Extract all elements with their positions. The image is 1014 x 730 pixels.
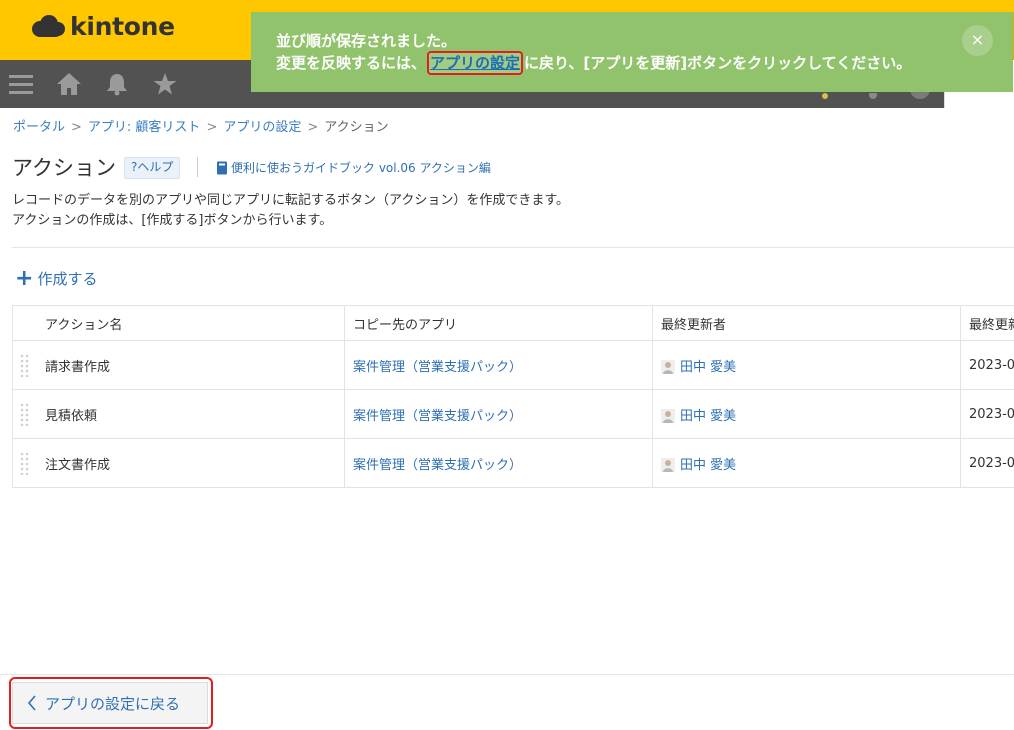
action-name: 請求書作成 (45, 359, 111, 375)
page-title: アクション (12, 156, 116, 180)
drag-handle-icon[interactable] (19, 353, 31, 377)
drag-handle-icon[interactable] (19, 402, 31, 426)
column-header-updated-at: 最終更新 (960, 305, 1014, 341)
back-button-label: アプリの設定に戻る (45, 694, 181, 713)
target-app-link[interactable]: 案件管理（営業支援パック） (353, 360, 522, 375)
table-row[interactable]: 請求書作成 案件管理（営業支援パック） 田中 愛美 2023-0 (12, 340, 1014, 390)
table-row[interactable]: 注文書作成 案件管理（営業支援パック） 田中 愛美 2023-0 (12, 438, 1014, 488)
action-table: アクション名 コピー先のアプリ 最終更新者 最終更新 請求書作成 (12, 305, 1014, 488)
menu-icon[interactable] (8, 72, 34, 100)
success-toast: 並び順が保存されました。 変更を反映するには、 アプリの設定 に戻り、[アプリを更新… (251, 12, 1013, 92)
updated-at-cell: 2023-0 (960, 438, 1014, 488)
user-avatar-icon (661, 409, 675, 423)
toast-app-settings-link[interactable]: アプリの設定 (427, 51, 524, 75)
breadcrumb: ポータル > アプリ: 顧客リスト > アプリの設定 > アクション (13, 116, 389, 135)
logo-text: kintone (70, 12, 175, 41)
title-divider (197, 157, 198, 177)
breadcrumb-current: アクション (324, 120, 389, 135)
back-to-app-settings-button[interactable]: アプリの設定に戻る (12, 682, 208, 724)
action-name: 注文書作成 (45, 457, 111, 473)
kintone-logo[interactable]: kintone (30, 12, 175, 41)
target-app-cell: 案件管理（営業支援パック） (344, 438, 653, 488)
action-name-cell: 請求書作成 (12, 340, 345, 390)
updated-at-cell: 2023-0 (960, 389, 1014, 439)
breadcrumb-separator: > (71, 120, 82, 135)
plus-icon: + (15, 265, 34, 291)
drag-handle-icon[interactable] (19, 451, 31, 475)
target-app-link[interactable]: 案件管理（営業支援パック） (353, 458, 522, 473)
breadcrumb-separator: > (307, 120, 319, 135)
target-app-link[interactable]: 案件管理（営業支援パック） (353, 409, 522, 424)
description-line2: アクションの作成は、[作成する]ボタンから行います。 (12, 213, 333, 228)
toast-close-button[interactable]: × (962, 25, 993, 56)
guidebook-link-label: 便利に使おうガイドブック vol.06 アクション編 (231, 161, 491, 175)
column-header-updated-by: 最終更新者 (652, 305, 961, 341)
home-icon[interactable] (56, 72, 82, 100)
star-icon[interactable] (152, 72, 178, 100)
user-avatar-icon (661, 360, 675, 374)
guidebook-link[interactable]: 便利に使おうガイドブック vol.06 アクション編 (216, 159, 491, 176)
target-app-cell: 案件管理（営業支援パック） (344, 340, 653, 390)
toast-message-line1: 並び順が保存されました。 (276, 32, 457, 50)
cloud-logo-icon (32, 14, 65, 37)
breadcrumb-app[interactable]: アプリ: 顧客リスト (88, 120, 201, 135)
toast-message-line2: 変更を反映するには、 アプリの設定 に戻り、[アプリを更新]ボタンをクリックしてくだ… (276, 51, 912, 75)
chevron-left-icon (27, 695, 36, 711)
action-name: 見積依頼 (45, 408, 98, 424)
toast-text-before: 変更を反映するには、 (276, 54, 427, 72)
updated-at-cell: 2023-0 (960, 340, 1014, 390)
breadcrumb-separator: > (206, 120, 218, 135)
section-divider (12, 247, 1014, 248)
updated-by-cell: 田中 愛美 (652, 438, 961, 488)
table-row[interactable]: 見積依頼 案件管理（営業支援パック） 田中 愛美 2023-0 (12, 389, 1014, 439)
table-header-row: アクション名 コピー先のアプリ 最終更新者 最終更新 (12, 305, 1014, 341)
updated-by-user-link[interactable]: 田中 愛美 (680, 360, 736, 375)
description-line1: レコードのデータを別のアプリや同じアプリに転記するボタン（アクション）を作成でき… (12, 193, 570, 208)
updated-by-cell: 田中 愛美 (652, 389, 961, 439)
bell-icon[interactable] (104, 72, 130, 100)
help-link[interactable]: ?ヘルプ (124, 157, 181, 179)
footer-divider (0, 674, 1014, 675)
updated-by-user-link[interactable]: 田中 愛美 (680, 458, 736, 473)
breadcrumb-portal[interactable]: ポータル (13, 120, 65, 135)
updated-by-user-link[interactable]: 田中 愛美 (680, 409, 736, 424)
book-icon (217, 161, 227, 174)
target-app-cell: 案件管理（営業支援パック） (344, 389, 653, 439)
user-avatar-icon (661, 458, 675, 472)
column-header-action-name: アクション名 (12, 305, 345, 341)
updated-by-cell: 田中 愛美 (652, 340, 961, 390)
action-name-cell: 見積依頼 (12, 389, 345, 439)
create-action-button[interactable]: + 作成する (15, 265, 98, 291)
page-description: レコードのデータを別のアプリや同じアプリに転記するボタン（アクション）を作成でき… (12, 191, 569, 231)
breadcrumb-app-settings[interactable]: アプリの設定 (223, 120, 301, 135)
toast-text-after: に戻り、[アプリを更新]ボタンをクリックしてください。 (524, 54, 912, 72)
column-header-target-app: コピー先のアプリ (344, 305, 653, 341)
action-name-cell: 注文書作成 (12, 438, 345, 488)
create-label: 作成する (37, 270, 98, 288)
